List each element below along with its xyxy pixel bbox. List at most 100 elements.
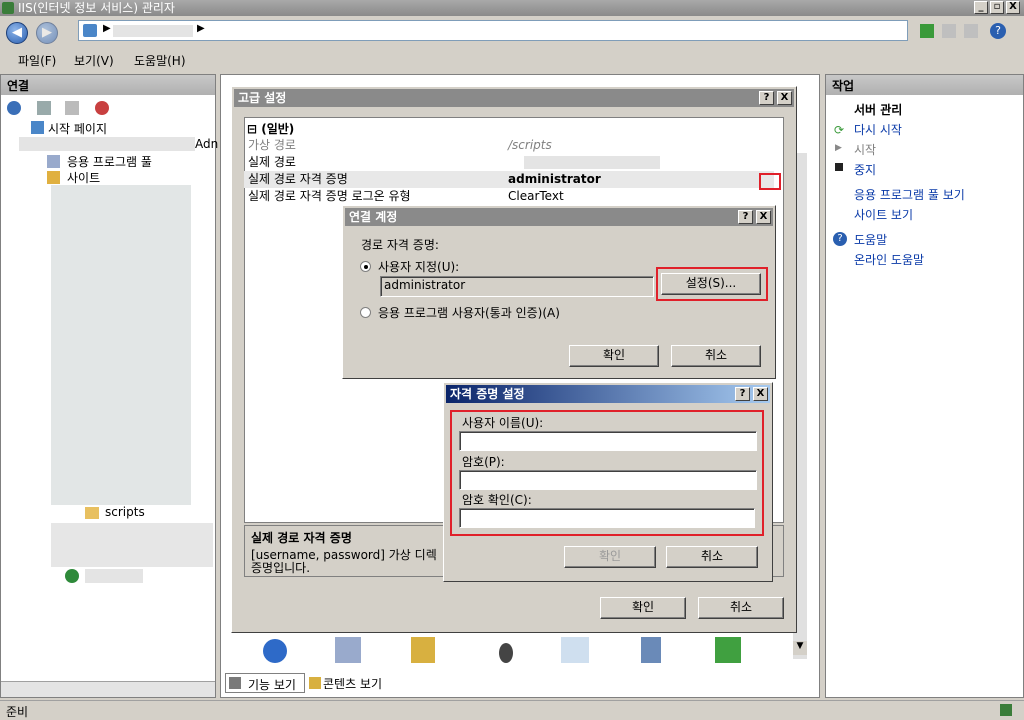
tab-content-view[interactable]: 콘텐츠 보기 bbox=[323, 675, 382, 692]
advanced-settings-title-text: 고급 설정 bbox=[238, 91, 287, 105]
start-icon: ▶ bbox=[835, 143, 842, 153]
refresh-icon[interactable] bbox=[920, 24, 934, 38]
help-button[interactable]: ? bbox=[738, 210, 753, 224]
connect-as-title: 연결 계정 ? X bbox=[345, 208, 773, 226]
server-manage-heading: 서버 관리 bbox=[854, 103, 903, 117]
property-section[interactable]: ⊟ (일반) bbox=[247, 120, 294, 137]
radio-specific-user-label[interactable]: 사용자 지정(U): bbox=[378, 258, 459, 275]
tree-app-pools[interactable]: 응용 프로그램 풀 bbox=[67, 153, 152, 170]
breadcrumb-chevron-icon[interactable]: ▶ bbox=[197, 23, 205, 34]
feature-document-icon[interactable] bbox=[561, 637, 589, 663]
connections-toolbar bbox=[5, 97, 213, 119]
connections-pane: 연결 시작 페이지 Adn 응용 프로그램 풀 사이트 scripts bbox=[0, 74, 218, 698]
help-icon[interactable]: ? bbox=[990, 23, 1006, 39]
property-row-selected[interactable]: 실제 경로 자격 증명 administrator bbox=[244, 171, 774, 188]
menu-file[interactable]: 파일(F) bbox=[18, 52, 56, 69]
link-online-help[interactable]: 온라인 도움말 bbox=[854, 251, 924, 268]
advanced-settings-title: 고급 설정 ? X bbox=[234, 89, 794, 107]
scroll-down-icon[interactable]: ▼ bbox=[793, 641, 807, 655]
feature-pictures-icon[interactable] bbox=[335, 637, 361, 663]
address-bar[interactable]: ▶ ▶ bbox=[78, 20, 908, 41]
username-input[interactable] bbox=[459, 431, 757, 451]
cancel-button[interactable]: 취소 bbox=[671, 345, 761, 367]
cancel-button[interactable]: 취소 bbox=[698, 597, 784, 619]
menu-view[interactable]: 보기(V) bbox=[74, 52, 114, 69]
connect-icon[interactable] bbox=[7, 101, 21, 115]
property-key: 실제 경로 자격 증명 bbox=[248, 172, 348, 186]
property-value: ClearText bbox=[508, 189, 564, 203]
ok-button[interactable]: 확인 bbox=[564, 546, 656, 568]
connect-as-dialog: 연결 계정 ? X 경로 자격 증명: 사용자 지정(U): administr… bbox=[342, 205, 776, 379]
tree-start-page[interactable]: 시작 페이지 bbox=[48, 120, 107, 137]
tree-server-node[interactable]: Adn bbox=[195, 137, 218, 151]
set-credentials-title: 자격 증명 설정 ? X bbox=[446, 385, 770, 403]
close-button[interactable]: X bbox=[777, 91, 792, 105]
actions-header: 작업 bbox=[826, 75, 1023, 95]
ok-button[interactable]: 확인 bbox=[569, 345, 659, 367]
stop-icon bbox=[835, 163, 843, 171]
start-page-icon bbox=[31, 121, 44, 134]
help-button[interactable]: ? bbox=[735, 387, 750, 401]
menu-help[interactable]: 도움말(H) bbox=[134, 52, 186, 69]
forward-icon[interactable]: ▶ bbox=[36, 22, 58, 44]
close-button[interactable]: X bbox=[1006, 1, 1020, 14]
property-value: administrator bbox=[508, 172, 601, 186]
sites-icon bbox=[47, 171, 60, 184]
property-key: 가상 경로 bbox=[248, 138, 296, 152]
ok-button[interactable]: 확인 bbox=[600, 597, 686, 619]
horizontal-scrollbar[interactable] bbox=[1, 681, 215, 697]
home-icon[interactable] bbox=[964, 24, 978, 38]
app-pool-icon bbox=[47, 155, 60, 168]
back-icon[interactable]: ◀ bbox=[6, 22, 28, 44]
menu-bar: 파일(F) 보기(V) 도움말(H) bbox=[0, 50, 1024, 70]
set-credentials-button[interactable]: 설정(S)... bbox=[661, 273, 761, 295]
cancel-button[interactable]: 취소 bbox=[666, 546, 758, 568]
breadcrumb-chevron-icon[interactable]: ▶ bbox=[103, 23, 111, 34]
section-label: (일반) bbox=[261, 122, 295, 136]
feature-book-icon[interactable] bbox=[641, 637, 661, 663]
password-label: 암호(P): bbox=[462, 455, 505, 469]
property-row[interactable]: 실제 경로 bbox=[244, 154, 774, 171]
action-start[interactable]: 시작 bbox=[854, 141, 876, 158]
radio-specific-user[interactable] bbox=[360, 261, 371, 272]
stop-icon[interactable] bbox=[942, 24, 956, 38]
feature-globe-icon[interactable] bbox=[263, 639, 287, 663]
ellipsis-highlight[interactable] bbox=[759, 173, 781, 190]
description-title: 실제 경로 자격 증명 bbox=[251, 531, 352, 545]
link-help[interactable]: 도움말 bbox=[854, 231, 887, 248]
site-globe-icon bbox=[65, 569, 79, 583]
link-view-app-pools[interactable]: 응용 프로그램 풀 보기 bbox=[854, 186, 965, 203]
action-restart[interactable]: 다시 시작 bbox=[854, 121, 902, 138]
minimize-button[interactable]: _ bbox=[974, 1, 988, 14]
close-button[interactable]: X bbox=[753, 387, 768, 401]
feature-redirect-icon[interactable] bbox=[715, 637, 741, 663]
set-credentials-dialog: 자격 증명 설정 ? X 사용자 이름(U): 암호(P): 암호 확인(C):… bbox=[443, 382, 773, 582]
confirm-password-input[interactable] bbox=[459, 508, 755, 528]
restore-button[interactable]: ▫ bbox=[990, 1, 1004, 14]
property-value: /scripts bbox=[508, 138, 552, 152]
close-button[interactable]: X bbox=[756, 210, 771, 224]
radio-application-user-label[interactable]: 응용 프로그램 사용자(통과 인증)(A) bbox=[378, 304, 560, 321]
radio-application-user[interactable] bbox=[360, 307, 371, 318]
up-icon[interactable] bbox=[65, 101, 79, 115]
username-label: 사용자 이름(U): bbox=[462, 416, 544, 430]
feature-mic-icon[interactable] bbox=[499, 643, 513, 663]
globe-icon bbox=[83, 24, 97, 37]
feature-lock-icon[interactable] bbox=[411, 637, 435, 663]
tree-scripts[interactable]: scripts bbox=[105, 505, 145, 519]
link-view-sites[interactable]: 사이트 보기 bbox=[854, 206, 913, 223]
features-view-icon bbox=[229, 677, 241, 689]
disconnect-icon[interactable] bbox=[95, 101, 109, 115]
save-icon[interactable] bbox=[37, 101, 51, 115]
help-button[interactable]: ? bbox=[759, 91, 774, 105]
status-network-icon bbox=[1000, 704, 1012, 716]
title-bar: IIS(인터넷 정보 서비스) 관리자 _ ▫ X bbox=[0, 0, 1024, 16]
set-credentials-title-text: 자격 증명 설정 bbox=[450, 387, 525, 401]
status-text: 준비 bbox=[6, 705, 29, 719]
action-stop[interactable]: 중지 bbox=[854, 161, 876, 178]
connect-as-title-text: 연결 계정 bbox=[349, 210, 398, 224]
property-row[interactable]: 실제 경로 자격 증명 로그온 유형 ClearText bbox=[244, 188, 774, 205]
tree-sites[interactable]: 사이트 bbox=[67, 169, 100, 186]
password-input[interactable] bbox=[459, 470, 757, 490]
property-row[interactable]: 가상 경로 /scripts bbox=[244, 137, 774, 154]
